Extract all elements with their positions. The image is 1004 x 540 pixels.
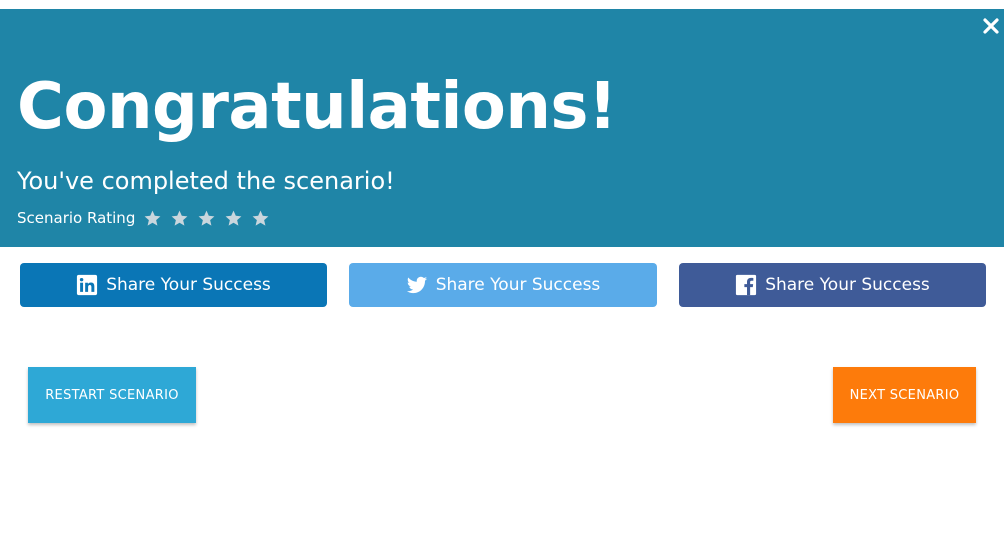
scenario-rating: Scenario Rating xyxy=(17,207,278,229)
close-icon xyxy=(983,18,999,34)
page-title: Congratulations! xyxy=(17,70,617,144)
close-button[interactable] xyxy=(982,17,1000,35)
share-twitter-button[interactable]: Share Your Success xyxy=(349,263,657,307)
star-icon[interactable] xyxy=(143,209,162,228)
share-linkedin-label: Share Your Success xyxy=(106,275,271,295)
completion-message: You've completed the scenario! xyxy=(17,167,395,195)
rating-label: Scenario Rating xyxy=(17,209,136,227)
top-border xyxy=(0,0,1004,9)
congratulations-banner: Congratulations! You've completed the sc… xyxy=(0,9,1004,247)
linkedin-icon xyxy=(77,274,98,296)
star-icon[interactable] xyxy=(170,209,189,228)
share-linkedin-button[interactable]: Share Your Success xyxy=(20,263,327,307)
star-icon[interactable] xyxy=(251,209,270,228)
facebook-icon xyxy=(736,274,757,296)
share-twitter-label: Share Your Success xyxy=(435,275,601,295)
star-icon[interactable] xyxy=(197,209,216,228)
twitter-icon xyxy=(406,276,427,294)
share-facebook-label: Share Your Success xyxy=(765,275,930,295)
rating-stars[interactable] xyxy=(143,209,278,228)
star-icon[interactable] xyxy=(224,209,243,228)
share-facebook-button[interactable]: Share Your Success xyxy=(679,263,986,307)
next-scenario-button[interactable]: NEXT SCENARIO xyxy=(833,367,976,423)
restart-scenario-button[interactable]: RESTART SCENARIO xyxy=(28,367,196,423)
